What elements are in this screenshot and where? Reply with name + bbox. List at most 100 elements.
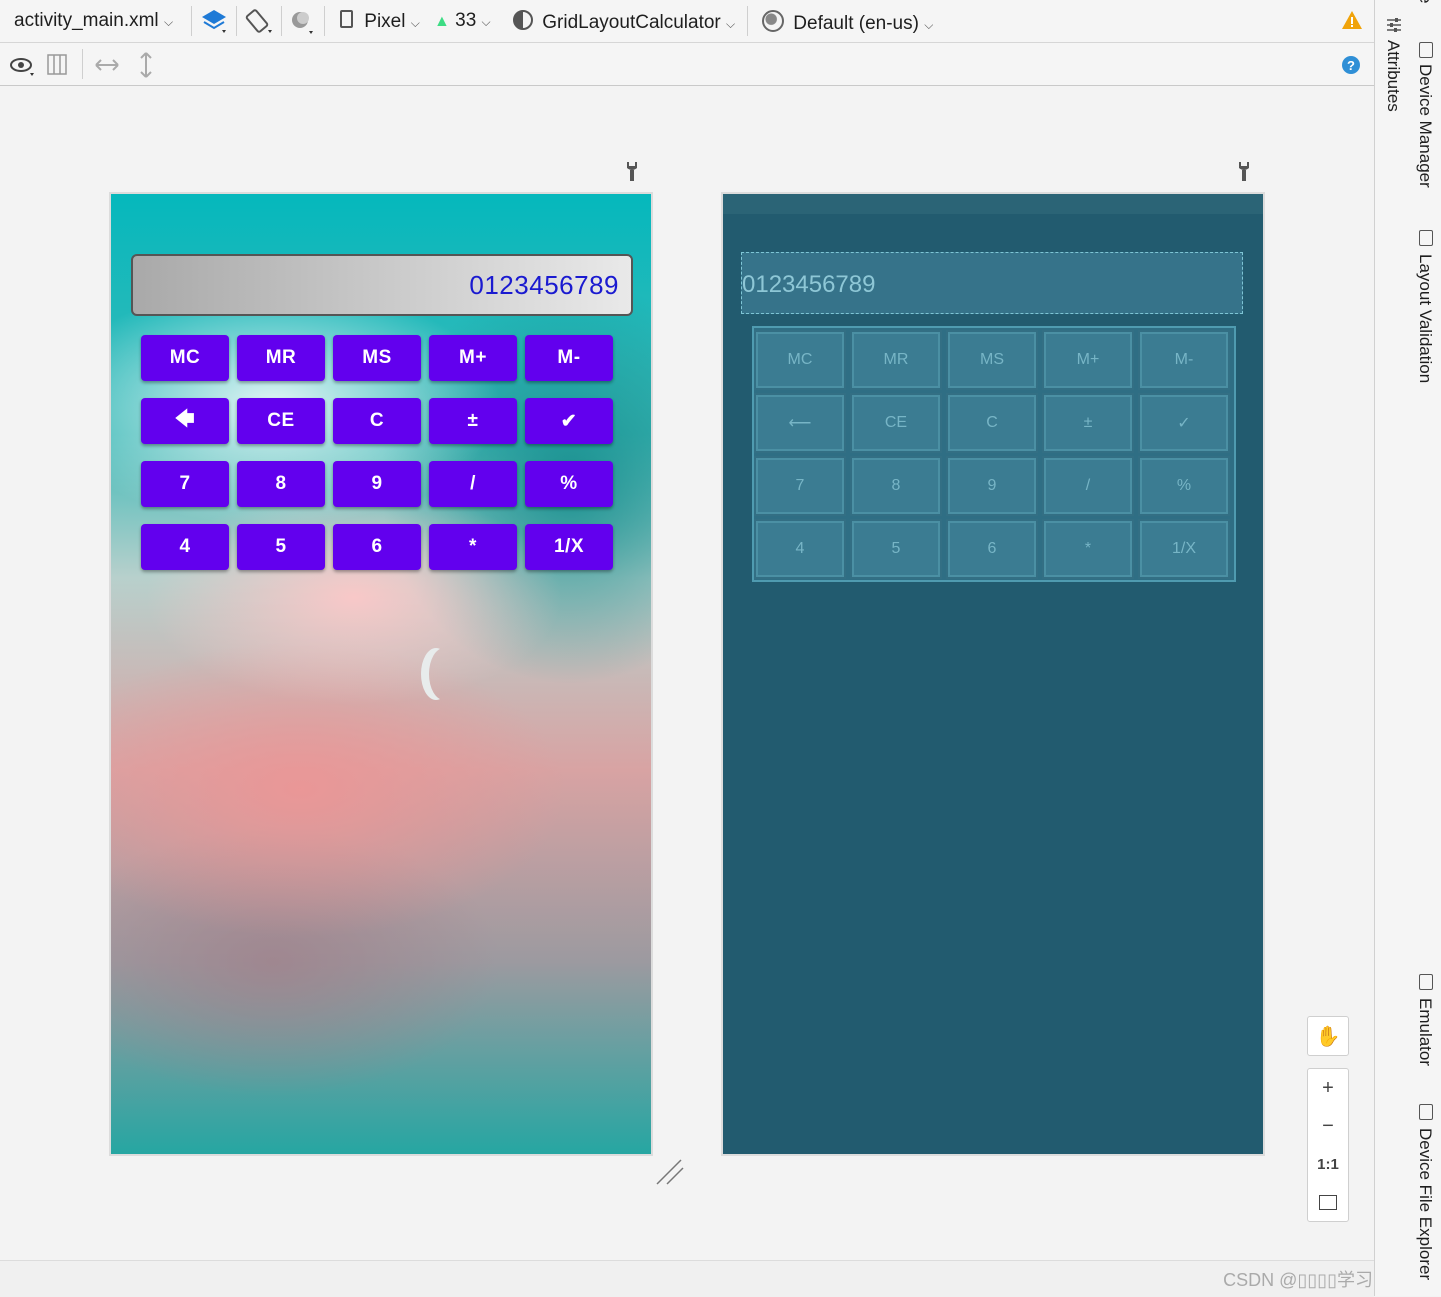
device-file-explorer-icon (1419, 1104, 1433, 1120)
button-percent[interactable]: % (525, 461, 613, 507)
chevron-down-icon: ⌵ (410, 16, 420, 30)
blueprint-button-backspace[interactable]: ⟵ (756, 395, 844, 451)
theme-icon (513, 10, 533, 30)
blueprint-button-8[interactable]: 8 (852, 458, 940, 514)
theme-name: GridLayoutCalculator (542, 12, 721, 33)
button-divide[interactable]: / (429, 461, 517, 507)
blueprint-button-ce[interactable]: CE (852, 395, 940, 451)
phone-icon (340, 10, 353, 28)
device-file-explorer-tab[interactable]: Device File Explorer (1415, 1128, 1435, 1280)
chevron-down-icon: ⌵ (726, 17, 736, 31)
blueprint-status-bar (723, 194, 1263, 214)
blueprint-button-sqrt[interactable]: ✓ (1140, 395, 1228, 451)
button-6[interactable]: 6 (333, 524, 421, 570)
zoom-in-button[interactable]: + (1308, 1069, 1348, 1107)
button-m-minus[interactable]: M- (525, 335, 613, 381)
divider (324, 6, 325, 36)
blueprint-display-text: 0123456789 (742, 271, 876, 298)
blueprint-button-c[interactable]: C (948, 395, 1036, 451)
chevron-down-icon: ⌵ (481, 15, 491, 29)
right-tool-strip: Attributes e Device Manager Layout Valid… (1374, 0, 1441, 1296)
button-7[interactable]: 7 (141, 461, 229, 507)
button-plus-minus[interactable]: ± (429, 398, 517, 444)
button-c[interactable]: C (333, 398, 421, 444)
android-icon: ▲ (434, 13, 450, 30)
button-mr[interactable]: MR (237, 335, 325, 381)
design-preview[interactable]: 0123456789 MC MR MS M+ M- 🡄 CE C ± ✔ 7 8… (111, 194, 651, 1154)
button-9[interactable]: 9 (333, 461, 421, 507)
blueprint-button-percent[interactable]: % (1140, 458, 1228, 514)
button-reciprocal[interactable]: 1/X (525, 524, 613, 570)
resize-handle-icon[interactable] (655, 1158, 685, 1191)
api-level-selector[interactable]: ▲ 33 ⌵ (434, 10, 491, 32)
button-ce[interactable]: CE (237, 398, 325, 444)
blueprint-display[interactable]: 0123456789 (741, 252, 1243, 314)
attributes-icon (1385, 16, 1403, 39)
button-backspace[interactable]: 🡄 (141, 398, 229, 444)
blueprint-button-mr[interactable]: MR (852, 332, 940, 388)
svg-text:?: ? (1347, 58, 1355, 73)
blueprint-button-m-plus[interactable]: M+ (1044, 332, 1132, 388)
blueprint-button-multiply[interactable]: * (1044, 521, 1132, 577)
rotate-orientation-icon[interactable] (244, 8, 274, 34)
split-view-icon[interactable] (46, 53, 70, 82)
layout-validation-tab[interactable]: Layout Validation (1415, 254, 1435, 383)
pan-tool[interactable]: ✋ (1307, 1016, 1349, 1056)
device-name: Pixel (364, 11, 406, 32)
night-mode-icon[interactable] (289, 9, 317, 35)
zoom-to-fit-button[interactable] (1308, 1183, 1348, 1221)
blueprint-button-7[interactable]: 7 (756, 458, 844, 514)
blueprint-button-9[interactable]: 9 (948, 458, 1036, 514)
zoom-panel: + − 1:1 (1307, 1068, 1349, 1222)
layers-icon[interactable] (200, 8, 228, 34)
button-ms[interactable]: MS (333, 335, 421, 381)
fit-screen-icon (1319, 1194, 1337, 1210)
button-5[interactable]: 5 (237, 524, 325, 570)
warning-icon[interactable] (1341, 10, 1363, 35)
zoom-out-button[interactable]: − (1308, 1107, 1348, 1145)
locale-selector[interactable]: Default (en-us) ⌵ (762, 10, 933, 35)
eye-icon[interactable] (10, 55, 38, 82)
blueprint-gridlayout[interactable]: MC MR MS M+ M- ⟵ CE C ± ✓ 7 8 9 / % 4 5 … (752, 326, 1236, 582)
button-mc[interactable]: MC (141, 335, 229, 381)
divider (747, 6, 748, 36)
blueprint-button-ms[interactable]: MS (948, 332, 1036, 388)
help-icon[interactable]: ? (1341, 55, 1361, 80)
blueprint-button-6[interactable]: 6 (948, 521, 1036, 577)
button-multiply[interactable]: * (429, 524, 517, 570)
globe-icon (762, 10, 784, 32)
device-selector[interactable]: Pixel ⌵ (340, 10, 420, 33)
attributes-tab[interactable]: Attributes (1383, 40, 1403, 112)
blueprint-button-m-minus[interactable]: M- (1140, 332, 1228, 388)
file-name: activity_main.xml (14, 10, 159, 31)
vertical-resize-icon[interactable] (137, 51, 155, 84)
blueprint-preview[interactable]: 0123456789 MC MR MS M+ M- ⟵ CE C ± ✓ 7 8… (723, 194, 1263, 1154)
horizontal-resize-icon[interactable] (94, 55, 120, 80)
blueprint-button-4[interactable]: 4 (756, 521, 844, 577)
device-manager-icon (1419, 42, 1433, 58)
file-selector[interactable]: activity_main.xml ⌵ (14, 10, 173, 32)
device-manager-tab[interactable]: Device Manager (1415, 64, 1435, 188)
button-4[interactable]: 4 (141, 524, 229, 570)
blueprint-button-divide[interactable]: / (1044, 458, 1132, 514)
bottom-bar (0, 1260, 1374, 1297)
button-sqrt[interactable]: ✔ (525, 398, 613, 444)
zoom-actual-size-button[interactable]: 1:1 (1308, 1145, 1348, 1183)
hand-icon[interactable]: ✋ (1308, 1017, 1348, 1055)
locale-name: Default (en-us) (793, 13, 919, 34)
blueprint-button-plus-minus[interactable]: ± (1044, 395, 1132, 451)
chevron-down-icon: ⌵ (163, 15, 174, 29)
cut-off-tab[interactable]: e (1415, 0, 1435, 3)
blueprint-button-5[interactable]: 5 (852, 521, 940, 577)
blueprint-button-reciprocal[interactable]: 1/X (1140, 521, 1228, 577)
wrench-icon[interactable] (1237, 160, 1251, 187)
api-level: 33 (455, 10, 477, 31)
display-text: 0123456789 (469, 270, 619, 300)
emulator-tab[interactable]: Emulator (1415, 998, 1435, 1066)
button-8[interactable]: 8 (237, 461, 325, 507)
theme-selector[interactable]: GridLayoutCalculator ⌵ (513, 10, 735, 34)
view-toolbar: ? (0, 43, 1374, 86)
wrench-icon[interactable] (625, 160, 639, 187)
blueprint-button-mc[interactable]: MC (756, 332, 844, 388)
button-m-plus[interactable]: M+ (429, 335, 517, 381)
